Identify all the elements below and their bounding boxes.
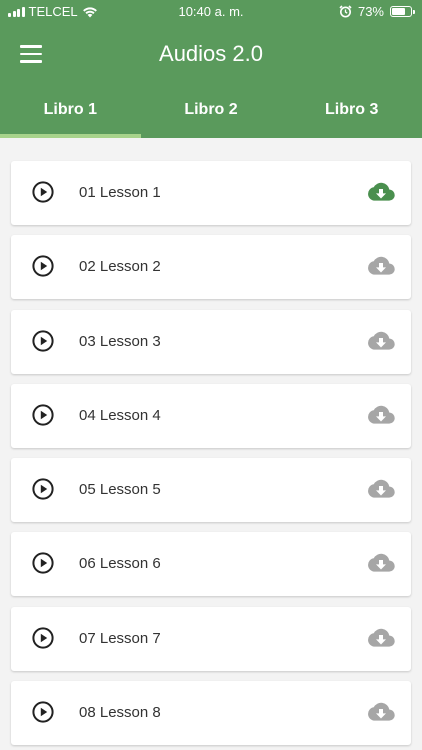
play-circle-icon[interactable] — [32, 181, 54, 203]
battery-fill — [392, 8, 406, 15]
play-circle-icon[interactable] — [32, 404, 54, 426]
lesson-label: 02 Lesson 2 — [79, 258, 161, 276]
lesson-row-2[interactable]: 02 Lesson 2 — [11, 235, 411, 300]
cloud-download-icon[interactable] — [367, 478, 395, 500]
cloud-download-icon[interactable] — [367, 181, 395, 203]
lesson-row-6[interactable]: 06 Lesson 6 — [11, 532, 411, 597]
page-title: Audios 2.0 — [159, 41, 263, 66]
lesson-row-3[interactable]: 03 Lesson 3 — [11, 309, 411, 374]
alarm-icon — [339, 5, 352, 18]
lesson-row-5[interactable]: 05 Lesson 5 — [11, 458, 411, 523]
battery-icon — [390, 6, 415, 17]
lesson-label: 06 Lesson 6 — [79, 555, 161, 573]
lesson-row-8[interactable]: 08 Lesson 8 — [11, 681, 411, 746]
cloud-download-icon[interactable] — [367, 701, 395, 723]
lesson-label: 05 Lesson 5 — [79, 481, 161, 499]
app-bar: Audios 2.0 — [0, 24, 422, 84]
lesson-label: 08 Lesson 8 — [79, 704, 161, 722]
status-right: 73% — [339, 4, 415, 19]
battery-percent: 73% — [357, 4, 384, 19]
lesson-label: 07 Lesson 7 — [79, 629, 161, 647]
cloud-download-icon[interactable] — [367, 552, 395, 574]
play-circle-icon[interactable] — [32, 478, 54, 500]
play-circle-icon[interactable] — [32, 701, 54, 723]
lesson-row-7[interactable]: 07 Lesson 7 — [11, 606, 411, 671]
play-circle-icon[interactable] — [32, 329, 54, 352]
lesson-label: 04 Lesson 4 — [79, 406, 161, 424]
tab-libro-1[interactable]: Libro 1 — [0, 84, 141, 138]
lesson-label: 03 Lesson 3 — [79, 332, 161, 350]
tab-bar: Libro 1 Libro 2 Libro 3 — [0, 84, 422, 138]
play-circle-icon[interactable] — [32, 552, 54, 575]
app-header: TELCEL 10:40 a. m. 73% Audios 2.0 Libro … — [0, 0, 422, 138]
cloud-download-icon[interactable] — [367, 404, 395, 426]
cloud-download-icon[interactable] — [367, 255, 395, 277]
tab-libro-2[interactable]: Libro 2 — [141, 84, 282, 138]
play-circle-icon[interactable] — [32, 255, 54, 277]
cloud-download-icon[interactable] — [367, 627, 395, 649]
lesson-list: 01 Lesson 1 02 Lesson 2 03 Lesson 3 04 L… — [11, 161, 411, 750]
play-circle-icon[interactable] — [32, 627, 54, 649]
status-bar: TELCEL 10:40 a. m. 73% — [0, 0, 422, 24]
tab-libro-3[interactable]: Libro 3 — [281, 84, 422, 138]
cloud-download-icon[interactable] — [367, 330, 395, 352]
lesson-row-4[interactable]: 04 Lesson 4 — [11, 383, 411, 448]
lesson-label: 01 Lesson 1 — [79, 184, 161, 201]
lesson-row-1[interactable]: 01 Lesson 1 — [11, 161, 411, 225]
